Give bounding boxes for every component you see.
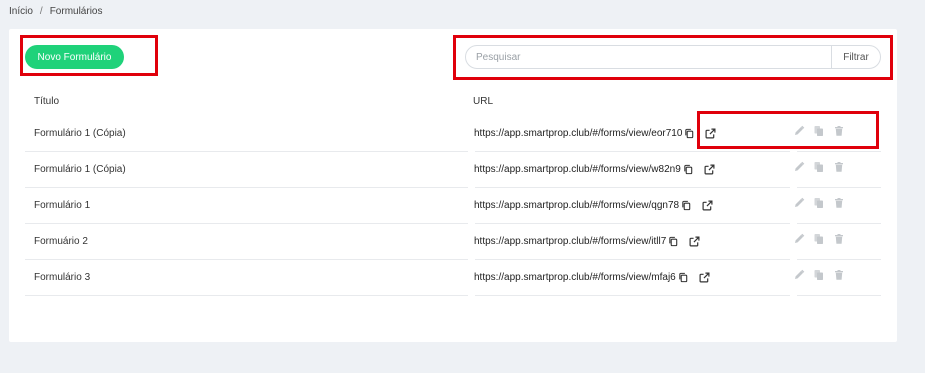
highlight-row-actions [697,111,879,149]
table-row: Formulário 1 (Cópia) https://app.smartpro… [25,152,881,188]
form-url: https://app.smartprop.club/#/forms/view/… [474,236,700,247]
pencil-icon[interactable] [793,269,805,281]
column-header-title: Título [34,96,60,107]
pencil-icon[interactable] [793,197,805,209]
copy-icon[interactable] [681,200,692,211]
copy-icon[interactable] [678,272,689,283]
form-url: https://app.smartprop.club/#/forms/view/… [474,272,710,283]
form-url-text: https://app.smartprop.club/#/forms/view/… [474,236,667,248]
table-row: Formulário 3 https://app.smartprop.club/#… [25,260,881,296]
row-divider [25,295,468,296]
form-title: Formulário 1 (Cópia) [34,164,126,175]
duplicate-icon[interactable] [813,161,825,173]
duplicate-icon[interactable] [813,197,825,209]
copy-icon[interactable] [683,164,694,175]
breadcrumb-home[interactable]: Início [9,6,33,17]
search-bar: Filtrar [465,45,881,69]
external-link-icon[interactable] [699,272,710,283]
forms-card: Novo Formulário Filtrar Título URL Formu… [9,29,897,342]
form-title: Formuário 2 [34,236,88,247]
row-divider [797,295,881,296]
form-url: https://app.smartprop.club/#/forms/view/… [474,200,713,211]
trash-icon[interactable] [833,161,845,173]
form-title: Formulário 3 [34,272,91,283]
external-link-icon[interactable] [689,236,700,247]
trash-icon[interactable] [833,233,845,245]
column-header-url: URL [473,96,494,107]
form-url: https://app.smartprop.club/#/forms/view/… [474,164,715,175]
trash-icon[interactable] [833,197,845,209]
search-input[interactable] [466,46,831,68]
form-url-text: https://app.smartprop.club/#/forms/view/… [474,128,683,140]
form-url-text: https://app.smartprop.club/#/forms/view/… [474,164,681,176]
breadcrumb-separator: / [39,6,43,17]
pencil-icon[interactable] [793,233,805,245]
copy-icon[interactable] [684,128,695,139]
filter-button[interactable]: Filtrar [831,46,880,68]
trash-icon[interactable] [833,269,845,281]
form-title: Formulário 1 [34,200,91,211]
row-actions [793,269,845,281]
pencil-icon[interactable] [793,161,805,173]
table-row: Formulário 1 https://app.smartprop.club/#… [25,188,881,224]
form-title: Formulário 1 (Cópia) [34,128,126,139]
duplicate-icon[interactable] [813,233,825,245]
row-actions [793,233,845,245]
duplicate-icon[interactable] [813,269,825,281]
breadcrumb-current: Formulários [49,6,103,17]
copy-icon[interactable] [668,236,679,247]
external-link-icon[interactable] [704,164,715,175]
form-url-text: https://app.smartprop.club/#/forms/view/… [474,272,676,284]
row-actions [793,197,845,209]
form-url-text: https://app.smartprop.club/#/forms/view/… [474,200,680,212]
table-row: Formuário 2 https://app.smartprop.club/#/… [25,224,881,260]
breadcrumb: Início / Formulários [9,6,102,17]
form-url: https://app.smartprop.club/#/forms/view/… [474,128,716,139]
row-divider [475,295,790,296]
external-link-icon[interactable] [702,200,713,211]
new-form-button[interactable]: Novo Formulário [25,45,124,69]
row-actions [793,161,845,173]
